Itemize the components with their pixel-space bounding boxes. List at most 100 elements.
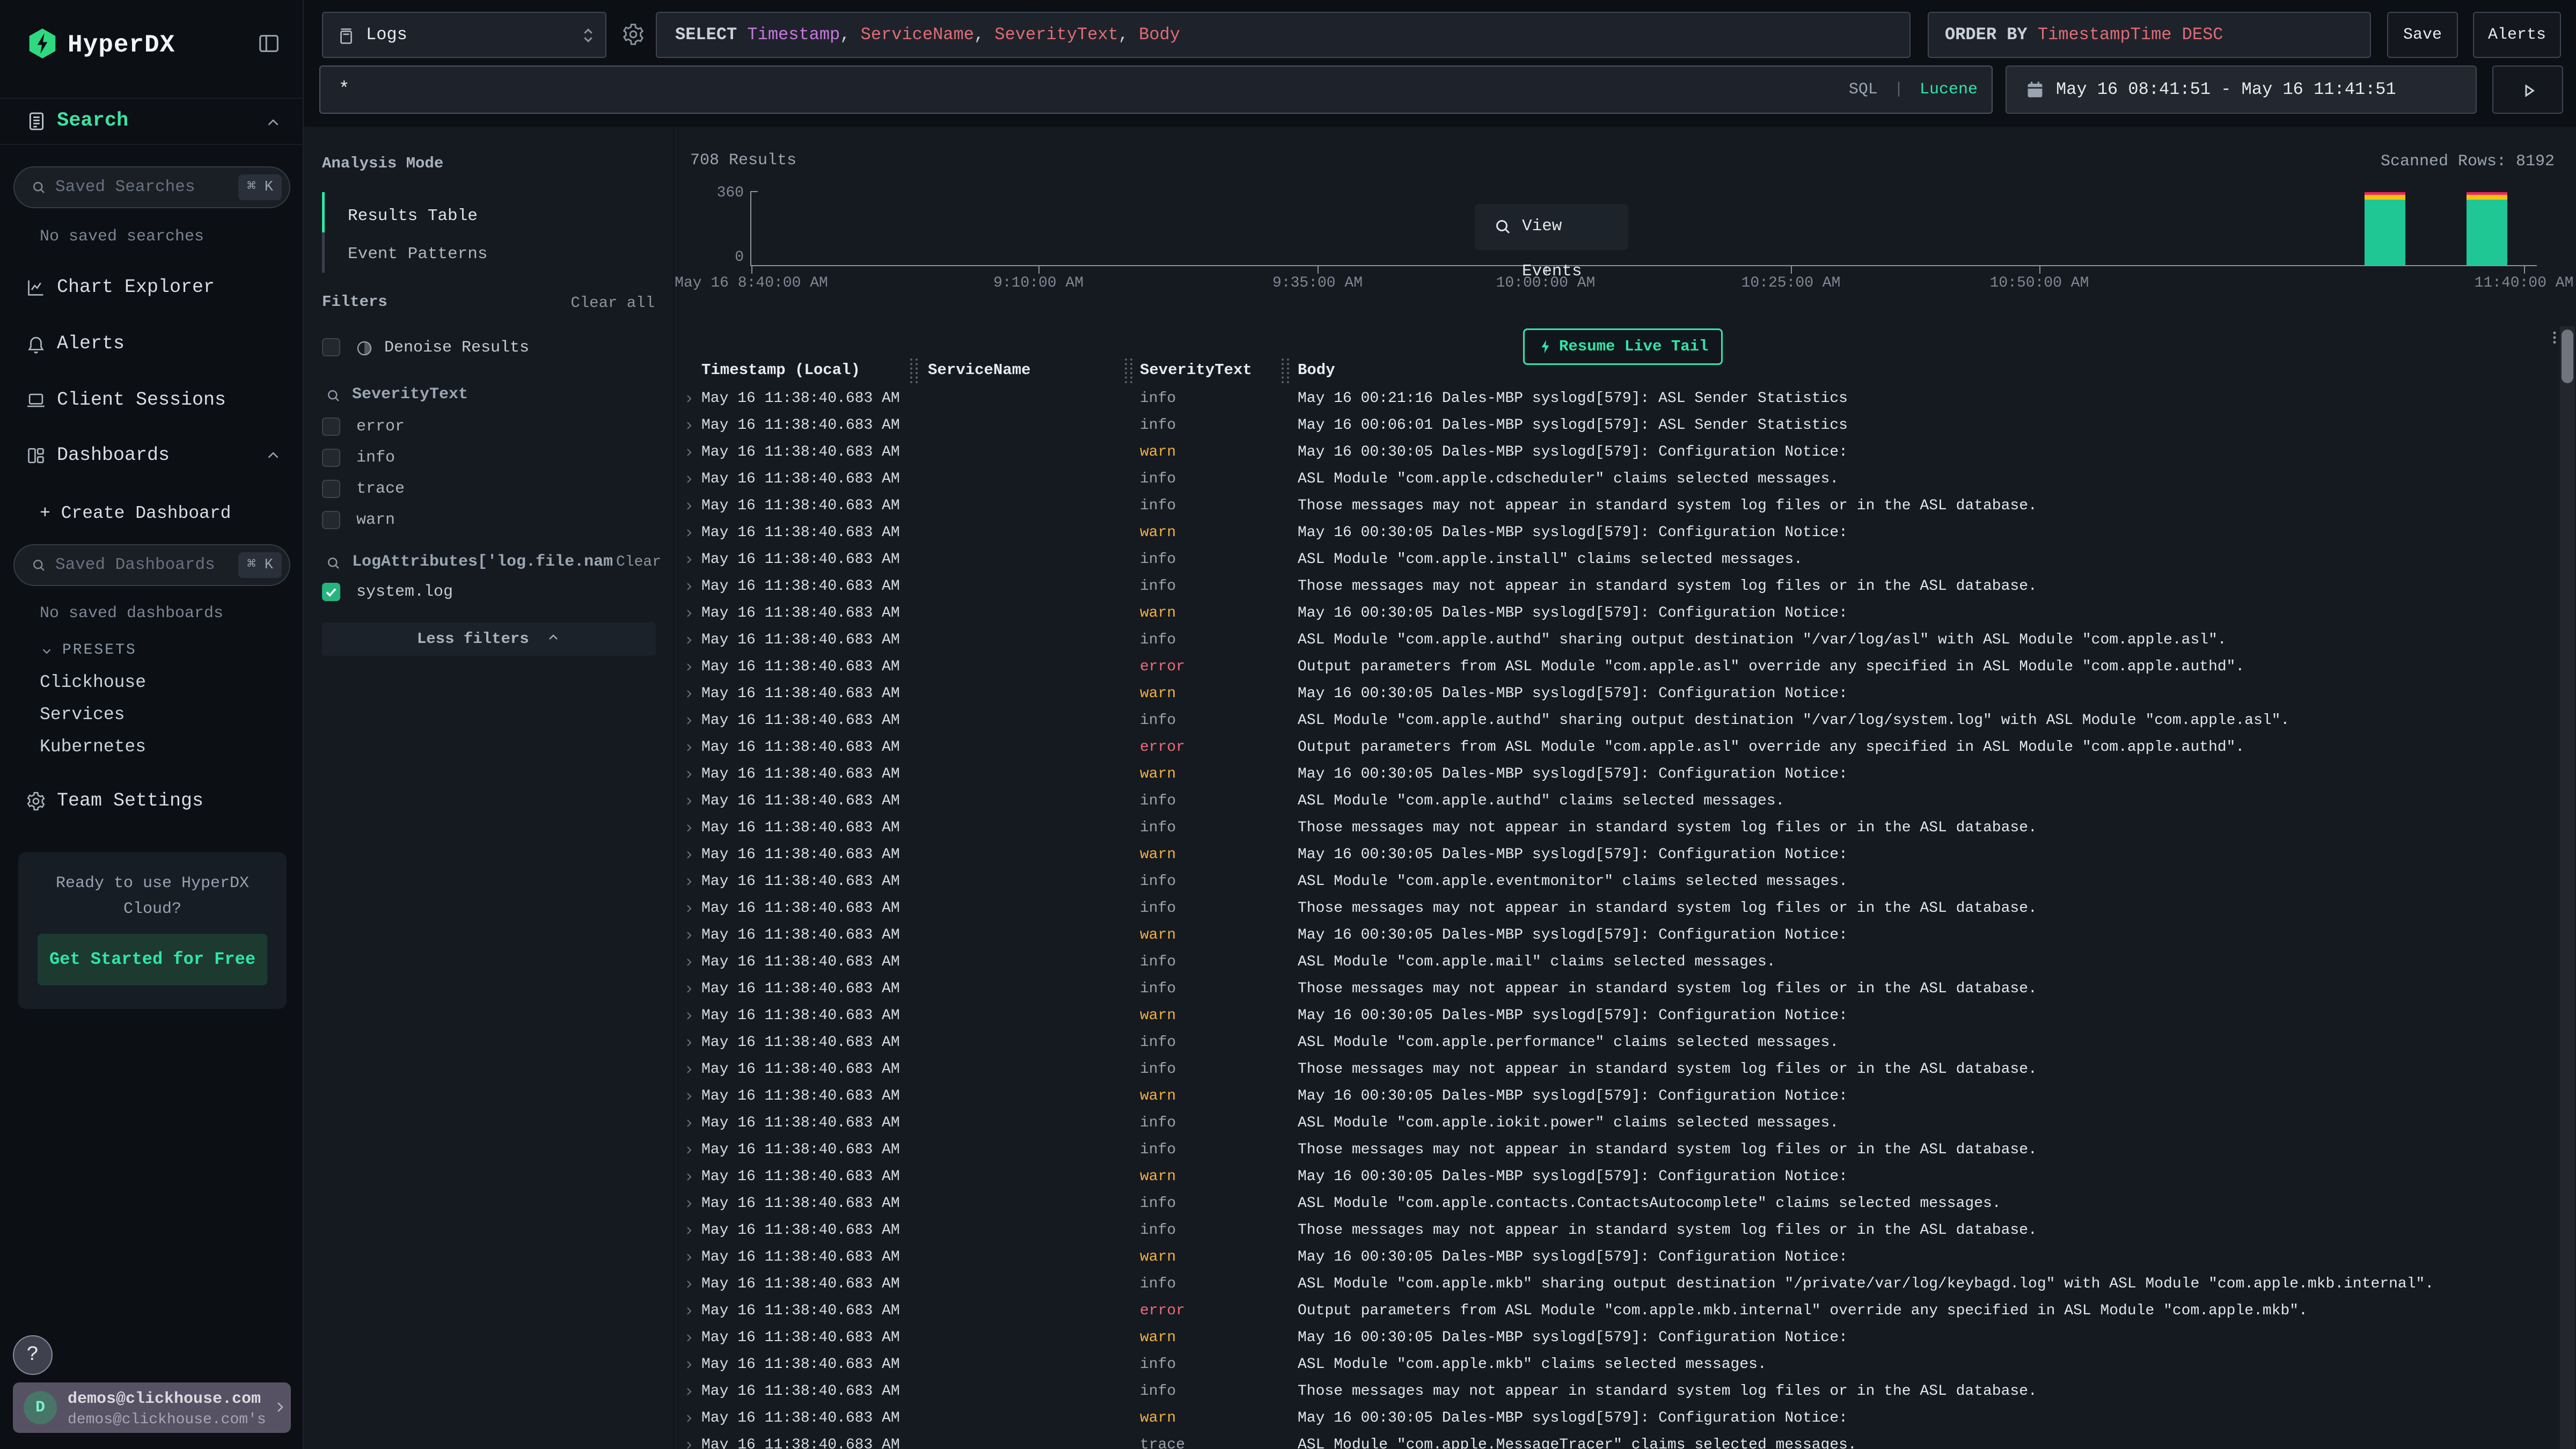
log-row[interactable]: May 16 11:38:40.683 AMinfoThose messages… [675,573,2560,600]
log-row[interactable]: May 16 11:38:40.683 AMinfoThose messages… [675,1378,2560,1405]
log-row[interactable]: May 16 11:38:40.683 AMinfoThose messages… [675,1217,2560,1244]
log-row[interactable]: May 16 11:38:40.683 AMinfoMay 16 00:21:1… [675,385,2560,412]
log-row[interactable]: May 16 11:38:40.683 AMinfoASL Module "co… [675,1271,2560,1298]
get-started-button[interactable]: Get Started for Free [38,934,267,985]
preset-item-clickhouse[interactable]: Clickhouse [40,669,146,697]
sidebar-item-search[interactable]: Search [0,100,304,143]
checkbox[interactable] [322,418,340,436]
log-row[interactable]: May 16 11:38:40.683 AMinfoASL Module "co… [675,1351,2560,1378]
column-resize-handle[interactable] [1282,358,1289,383]
column-header-severitytext[interactable]: SeverityText [1140,361,1252,380]
saved-dashboards-input[interactable]: Saved Dashboards ⌘ K [13,544,290,586]
saved-searches-input[interactable]: Saved Searches ⌘ K [13,166,290,208]
denoise-filter-row[interactable]: Denoise Results [304,336,674,360]
sidebar-item-chart-explorer[interactable]: Chart Explorer [0,271,304,303]
log-row[interactable]: May 16 11:38:40.683 AMinfoThose messages… [675,1056,2560,1083]
alerts-button[interactable]: Alerts [2473,12,2561,58]
severity-option-info[interactable]: info [304,446,674,470]
sql-select-input[interactable]: SELECT Timestamp, ServiceName, SeverityT… [656,12,1911,58]
log-row[interactable]: May 16 11:38:40.683 AMwarnMay 16 00:30:0… [675,519,2560,546]
log-row[interactable]: May 16 11:38:40.683 AMinfoASL Module "co… [675,788,2560,815]
order-by-input[interactable]: ORDER BY TimestampTime DESC [1928,12,2371,58]
checkbox-checked[interactable] [322,583,340,601]
sidebar-item-alerts[interactable]: Alerts [0,327,304,360]
severity-option-error[interactable]: error [304,415,674,438]
column-resize-handle[interactable] [1125,358,1132,383]
save-button[interactable]: Save [2387,12,2458,58]
severity-option-trace[interactable]: trace [304,477,674,501]
column-header-servicename[interactable]: ServiceName [928,361,1030,380]
log-row[interactable]: May 16 11:38:40.683 AMwarnMay 16 00:30:0… [675,439,2560,466]
log-row[interactable]: May 16 11:38:40.683 AMinfoASL Module "co… [675,627,2560,654]
log-row[interactable]: May 16 11:38:40.683 AMinfoThose messages… [675,895,2560,922]
log-row[interactable]: May 16 11:38:40.683 AMinfoThose messages… [675,1137,2560,1163]
column-resize-handle[interactable] [910,358,918,383]
cell-severity: info [1140,1217,1176,1244]
log-row[interactable]: May 16 11:38:40.683 AMwarnMay 16 00:30:0… [675,922,2560,949]
log-row[interactable]: May 16 11:38:40.683 AMerrorOutput parame… [675,734,2560,761]
log-row[interactable]: May 16 11:38:40.683 AMinfoASL Module "co… [675,466,2560,493]
log-row[interactable]: May 16 11:38:40.683 AMwarnMay 16 00:30:0… [675,761,2560,788]
resume-live-tail-button[interactable]: Resume Live Tail [1523,328,1723,365]
log-row[interactable]: May 16 11:38:40.683 AMwarnMay 16 00:30:0… [675,680,2560,707]
chevron-right-icon [683,553,696,566]
log-row[interactable]: May 16 11:38:40.683 AMerrorOutput parame… [675,654,2560,680]
source-settings-gear-icon[interactable] [621,23,645,46]
column-header-timestamp[interactable]: Timestamp (Local) [701,361,860,380]
log-row[interactable]: May 16 11:38:40.683 AMinfoASL Module "co… [675,868,2560,895]
denoise-checkbox[interactable] [322,338,340,356]
log-row[interactable]: May 16 11:38:40.683 AMtraceASL Module "c… [675,1432,2560,1449]
sidebar-item-client-sessions[interactable]: Client Sessions [0,384,304,416]
checkbox[interactable] [322,480,340,498]
log-row[interactable]: May 16 11:38:40.683 AMerrorOutput parame… [675,1298,2560,1324]
checkbox[interactable] [322,511,340,529]
histogram-bar[interactable] [2365,192,2405,265]
log-row[interactable]: May 16 11:38:40.683 AMinfoASL Module "co… [675,1190,2560,1217]
log-row[interactable]: May 16 11:38:40.683 AMinfoThose messages… [675,815,2560,841]
log-row[interactable]: May 16 11:38:40.683 AMwarnMay 16 00:30:0… [675,841,2560,868]
language-lucene[interactable]: Lucene [1920,80,1978,99]
histogram-bar[interactable] [2467,192,2507,265]
log-row[interactable]: May 16 11:38:40.683 AMwarnMay 16 00:30:0… [675,1405,2560,1432]
log-row[interactable]: May 16 11:38:40.683 AMinfoASL Module "co… [675,546,2560,573]
log-row[interactable]: May 16 11:38:40.683 AMwarnMay 16 00:30:0… [675,1244,2560,1271]
preset-item-services[interactable]: Services [40,701,125,729]
help-button[interactable]: ? [13,1335,53,1375]
mode-tab-results-table[interactable]: Results Table [348,203,478,230]
checkbox[interactable] [322,449,340,467]
user-menu[interactable]: D demos@clickhouse.com demos@clickhouse.… [13,1382,291,1433]
mode-tab-event-patterns[interactable]: Event Patterns [348,241,487,268]
preset-item-kubernetes[interactable]: Kubernetes [40,733,146,761]
log-row[interactable]: May 16 11:38:40.683 AMwarnMay 16 00:30:0… [675,600,2560,627]
view-events-button[interactable]: View Events [1475,204,1628,250]
language-sql[interactable]: SQL [1849,80,1878,99]
log-row[interactable]: May 16 11:38:40.683 AMinfoThose messages… [675,493,2560,519]
severity-option-warn[interactable]: warn [304,508,674,532]
search-query-input[interactable]: * SQL | Lucene [319,65,1993,114]
sidebar-collapse-icon[interactable] [257,31,281,56]
log-row[interactable]: May 16 11:38:40.683 AMwarnMay 16 00:30:0… [675,1324,2560,1351]
column-header-body[interactable]: Body [1298,361,1335,380]
log-row[interactable]: May 16 11:38:40.683 AMwarnMay 16 00:30:0… [675,1163,2560,1190]
clear-all-button[interactable]: Clear all [570,294,655,312]
sidebar-item-team-settings[interactable]: Team Settings [0,785,304,817]
log-row[interactable]: May 16 11:38:40.683 AMwarnMay 16 00:30:0… [675,1002,2560,1029]
source-select[interactable]: Logs [322,12,606,58]
log-row[interactable]: May 16 11:38:40.683 AMwarnMay 16 00:30:0… [675,1083,2560,1110]
less-filters-button[interactable]: Less filters [322,623,656,656]
log-row[interactable]: May 16 11:38:40.683 AMinfoThose messages… [675,976,2560,1002]
clear-filter-button[interactable]: Clear [616,554,661,570]
log-row[interactable]: May 16 11:38:40.683 AMinfoASL Module "co… [675,949,2560,976]
table-scrollbar[interactable] [2560,326,2575,1449]
run-query-button[interactable] [2492,65,2563,114]
logattr-option-systemlog[interactable]: system.log [304,580,674,604]
log-row[interactable]: May 16 11:38:40.683 AMinfoASL Module "co… [675,707,2560,734]
sidebar-item-dashboards[interactable]: Dashboards [0,439,304,471]
log-row[interactable]: May 16 11:38:40.683 AMinfoMay 16 00:06:0… [675,412,2560,439]
date-range-picker[interactable]: May 16 08:41:51 - May 16 11:41:51 [2006,65,2477,114]
language-toggle[interactable]: SQL | Lucene [1849,67,1978,113]
scrollbar-thumb[interactable] [2562,330,2573,383]
log-row[interactable]: May 16 11:38:40.683 AMinfoASL Module "co… [675,1110,2560,1137]
log-row[interactable]: May 16 11:38:40.683 AMinfoASL Module "co… [675,1029,2560,1056]
create-dashboard-button[interactable]: + Create Dashboard [40,499,231,528]
